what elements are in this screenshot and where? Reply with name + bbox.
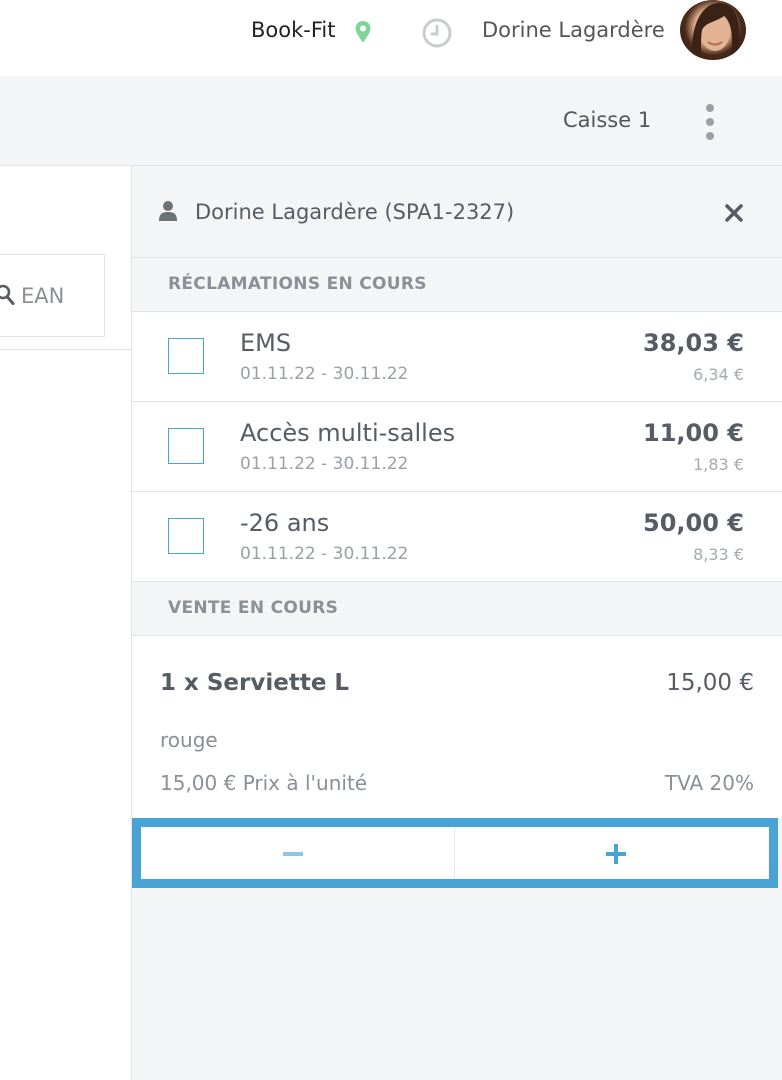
ean-placeholder: EAN: [21, 284, 65, 308]
customer-header: Dorine Lagardère (SPA1-2327): [132, 166, 782, 258]
clock-icon[interactable]: [421, 17, 453, 49]
sale-item-unit-price: 15,00 € Prix à l'unité: [160, 771, 368, 795]
location-pin-icon[interactable]: [354, 20, 372, 44]
sale-heading: VENTE EN COURS: [168, 598, 339, 618]
claim-tax: 1,83 €: [693, 455, 744, 474]
sale-item-tax-rate: TVA 20%: [664, 771, 754, 795]
claim-dates: 01.11.22 - 30.11.22: [240, 364, 409, 384]
claim-tax: 8,33 €: [693, 545, 744, 564]
sale-item[interactable]: 1 x Serviette L 15,00 € rouge 15,00 € Pr…: [132, 636, 782, 818]
claim-name: Accès multi-salles: [240, 419, 456, 447]
claim-item[interactable]: Accès multi-salles 01.11.22 - 30.11.22 1…: [132, 402, 782, 492]
sale-item-price: 15,00 €: [666, 670, 754, 696]
claim-dates: 01.11.22 - 30.11.22: [240, 454, 409, 474]
claim-amount: 38,03 €: [643, 329, 744, 357]
decrease-quantity-button[interactable]: [141, 827, 455, 879]
claim-item[interactable]: EMS 01.11.22 - 30.11.22 38,03 € 6,34 €: [132, 312, 782, 402]
close-icon[interactable]: [723, 202, 745, 224]
claim-tax: 6,34 €: [693, 365, 744, 384]
claim-amount: 50,00 €: [643, 509, 744, 537]
checkout-panel: Dorine Lagardère (SPA1-2327) RÉCLAMATION…: [132, 166, 782, 1080]
toolbar: Caisse 1: [0, 76, 782, 166]
product-panel: EAN: [0, 166, 132, 1080]
minus-icon: [283, 852, 303, 856]
user-name[interactable]: Dorine Lagardère: [482, 18, 665, 42]
user-icon: [159, 201, 177, 221]
claim-checkbox[interactable]: [168, 518, 204, 554]
increase-quantity-button[interactable]: [455, 827, 769, 879]
brand-name: Book-Fit: [251, 18, 336, 42]
sale-item-title: 1 x Serviette L: [160, 670, 350, 696]
claims-heading: RÉCLAMATIONS EN COURS: [168, 274, 427, 294]
claim-amount: 11,00 €: [643, 419, 744, 447]
claim-item[interactable]: -26 ans 01.11.22 - 30.11.22 50,00 € 8,33…: [132, 492, 782, 582]
claims-section-header: RÉCLAMATIONS EN COURS: [132, 258, 782, 312]
claim-checkbox[interactable]: [168, 428, 204, 464]
customer-name: Dorine Lagardère (SPA1-2327): [195, 200, 515, 224]
avatar[interactable]: [680, 0, 746, 60]
more-options-icon[interactable]: [700, 102, 720, 142]
claim-name: EMS: [240, 329, 292, 357]
register-name[interactable]: Caisse 1: [563, 108, 651, 132]
sale-section-header: VENTE EN COURS: [132, 582, 782, 636]
claim-checkbox[interactable]: [168, 338, 204, 374]
top-header: Book-Fit Dorine Lagardère: [0, 0, 782, 76]
search-icon: [0, 284, 15, 305]
claim-dates: 01.11.22 - 30.11.22: [240, 544, 409, 564]
quantity-stepper: [132, 818, 778, 888]
sale-item-variant: rouge: [160, 728, 218, 752]
claim-name: -26 ans: [240, 509, 330, 537]
divider: [0, 349, 132, 350]
